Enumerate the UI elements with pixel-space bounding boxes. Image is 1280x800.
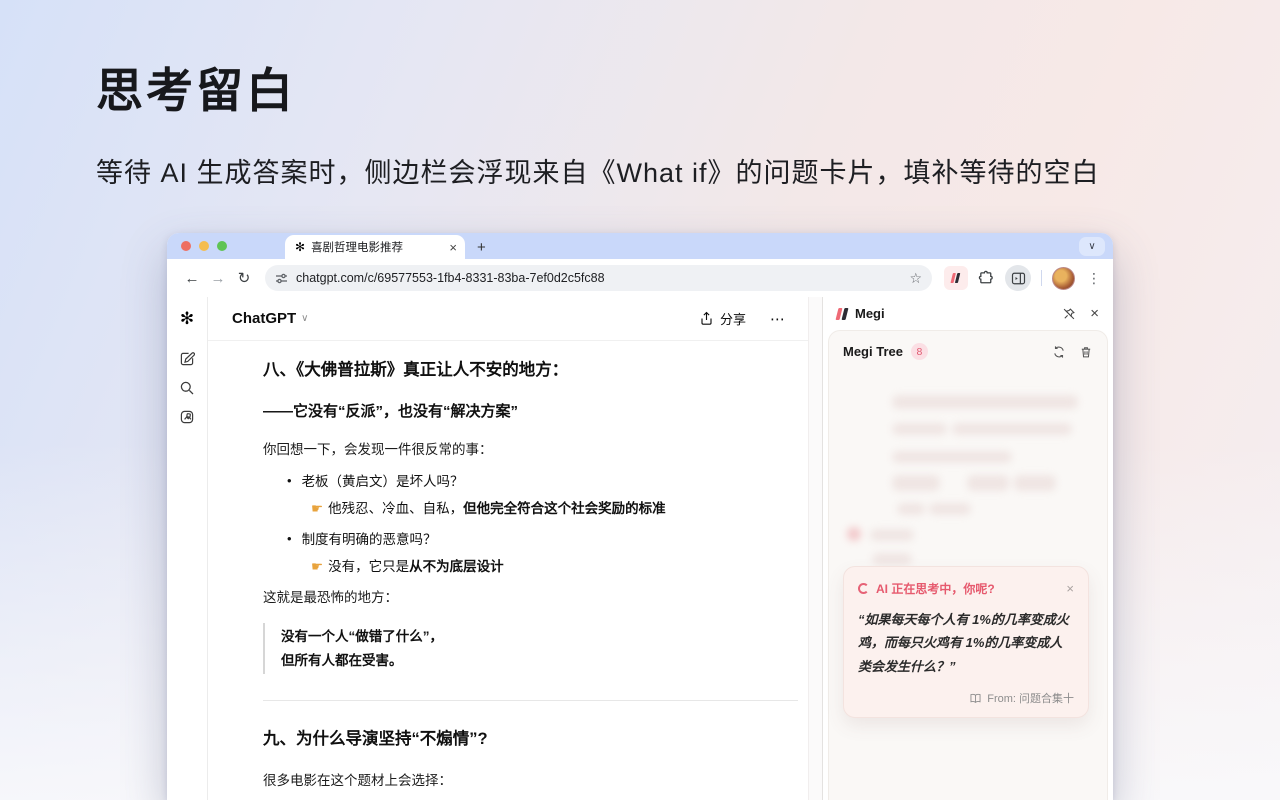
section-subheading-8: ——它没有“反派”，也没有“解决方案”	[263, 400, 803, 424]
tab-close-icon[interactable]: ×	[449, 240, 457, 255]
traffic-light-close[interactable]	[181, 241, 191, 251]
traffic-light-zoom[interactable]	[217, 241, 227, 251]
tab-title: 喜剧哲理电影推荐	[311, 239, 443, 255]
search-icon[interactable]	[179, 380, 195, 396]
megi-panel-title: Megi	[855, 306, 1048, 321]
question-list: • 老板（黄启文）是坏人吗？ ☛ 他残忍、冷血、自私，但他完全符合这个社会奖励的标准…	[263, 471, 803, 577]
megi-side-panel: Megi × Megi Tree 8	[822, 297, 1113, 800]
bookmark-star-icon[interactable]: ☆	[909, 270, 922, 287]
section-divider	[263, 700, 798, 701]
profile-avatar[interactable]	[1052, 267, 1075, 290]
browser-menu-icon[interactable]: ⋮	[1085, 270, 1103, 287]
note-plain: 他残忍、冷血、自私，	[328, 501, 463, 516]
pointing-finger-icon: ☛	[311, 559, 323, 574]
megi-tree-header: Megi Tree 8	[829, 331, 1107, 370]
blurred-tree-content	[829, 371, 1107, 571]
whatif-question-text: “如果每天每个人有 1%的几率变成火鸡，而每只火鸡有 1%的几率变成人类会发生什…	[858, 608, 1074, 678]
chatgpt-mini-sidebar: ✻	[167, 297, 208, 800]
chatgpt-main: ChatGPT ∨ 分享 ⋯ 八、《大佛普拉斯》真正让人不安的地方： ——它没有…	[208, 297, 808, 800]
chat-scroll-area: 八、《大佛普拉斯》真正让人不安的地方： ——它没有“反派”，也没有“解决方案” …	[208, 341, 808, 800]
model-name: ChatGPT	[232, 310, 296, 327]
share-button[interactable]: 分享	[699, 309, 746, 328]
paragraph: 你回想一下，会发现一件很反常的事：	[263, 439, 803, 461]
card-footer: From: 问题合集十	[858, 690, 1074, 706]
megi-tree-title: Megi Tree	[843, 344, 903, 359]
page-subtitle: 等待 AI 生成答案时，侧边栏会浮现来自《What if》的问题卡片，填补等待的…	[96, 151, 1100, 190]
tree-count-badge: 8	[911, 343, 928, 360]
window-body: ✻ ChatGPT ∨	[167, 297, 1113, 800]
trash-icon[interactable]	[1079, 345, 1093, 359]
chatgpt-header: ChatGPT ∨ 分享 ⋯	[208, 297, 808, 341]
list-item: • 制度有明确的恶意吗？ ☛ 没有，它只是从不为底层设计	[263, 529, 803, 577]
extension-cluster: ⋮	[940, 265, 1103, 291]
card-header: AI 正在思考中，你呢? ×	[858, 580, 1074, 597]
side-panel-toggle-icon[interactable]	[1005, 265, 1031, 291]
url-text[interactable]: chatgpt.com/c/69577553-1fb4-8331-83ba-7e…	[296, 271, 901, 285]
extensions-puzzle-icon[interactable]	[978, 270, 995, 287]
megi-panel-header: Megi ×	[823, 297, 1113, 330]
list-item: • 老板（黄启文）是坏人吗？ ☛ 他残忍、冷血、自私，但他完全符合这个社会奖励的标准	[263, 471, 803, 519]
new-chat-icon[interactable]	[179, 351, 195, 367]
site-settings-icon[interactable]	[275, 272, 288, 285]
section-heading-8: 八、《大佛普拉斯》真正让人不安的地方：	[263, 357, 803, 383]
card-source-label: From: 问题合集十	[987, 690, 1074, 706]
quote-line: 但所有人都在受害。	[281, 649, 803, 673]
unpin-icon[interactable]	[1062, 307, 1076, 321]
whatif-question-card[interactable]: AI 正在思考中，你呢? × “如果每天每个人有 1%的几率变成火鸡，而每只火鸡…	[843, 566, 1089, 718]
conversation-menu-icon[interactable]: ⋯	[770, 310, 786, 328]
list-item-text: 制度有明确的恶意吗？	[302, 529, 437, 551]
note-bold: 从不为底层设计	[409, 559, 504, 574]
paragraph: 很多电影在这个题材上会选择：	[263, 770, 803, 792]
bullet-icon: •	[263, 471, 292, 493]
page-title: 思考留白	[96, 52, 1100, 121]
megi-extension-icon[interactable]	[944, 266, 968, 290]
browser-tab[interactable]: ✻ 喜剧哲理电影推荐 ×	[285, 235, 465, 259]
megi-logo-icon	[837, 308, 847, 320]
model-selector[interactable]: ChatGPT ∨	[232, 310, 309, 327]
card-status-text: AI 正在思考中，你呢?	[876, 580, 1059, 597]
chatgpt-favicon-icon: ✻	[295, 240, 305, 254]
url-bar[interactable]: chatgpt.com/c/69577553-1fb4-8331-83ba-7e…	[265, 265, 932, 291]
window-controls	[167, 233, 239, 259]
page-background: 思考留白 等待 AI 生成答案时，侧边栏会浮现来自《What if》的问题卡片，…	[0, 0, 1280, 800]
library-icon[interactable]	[179, 409, 195, 425]
panel-close-icon[interactable]: ×	[1090, 305, 1099, 322]
card-close-icon[interactable]: ×	[1066, 582, 1074, 595]
browser-window: ✻ 喜剧哲理电影推荐 × + ∨ ← → ↻ chatgpt.com/c/695…	[167, 233, 1113, 800]
tab-search-chevron-icon[interactable]: ∨	[1079, 237, 1105, 256]
reload-button[interactable]: ↻	[231, 269, 257, 287]
section-heading-9: 九、为什么导演坚持“不煽情”?	[263, 726, 803, 752]
forward-button[interactable]: →	[205, 270, 231, 287]
pointing-finger-icon: ☛	[311, 501, 323, 516]
blockquote: 没有一个人“做错了什么”， 但所有人都在受害。	[263, 623, 803, 674]
book-icon	[969, 692, 982, 705]
browser-toolbar: ← → ↻ chatgpt.com/c/69577553-1fb4-8331-8…	[167, 259, 1113, 297]
thinking-spinner-icon	[858, 583, 869, 594]
refresh-icon[interactable]	[1052, 345, 1066, 359]
note-bold: 但他完全符合这个社会奖励的标准	[463, 501, 666, 516]
chevron-down-icon: ∨	[301, 313, 308, 324]
share-label: 分享	[720, 309, 746, 328]
bullet-icon: •	[263, 529, 292, 551]
assistant-message: 八、《大佛普拉斯》真正让人不安的地方： ——它没有“反派”，也没有“解决方案” …	[263, 341, 803, 800]
traffic-light-minimize[interactable]	[199, 241, 209, 251]
list-item-text: 老板（黄启文）是坏人吗？	[302, 471, 464, 493]
tab-strip: ✻ 喜剧哲理电影推荐 × + ∨	[167, 233, 1113, 259]
scrollbar[interactable]	[808, 297, 822, 800]
note-plain: 没有，它只是	[328, 559, 409, 574]
answer-note: ☛ 他残忍、冷血、自私，但他完全符合这个社会奖励的标准	[263, 498, 803, 520]
paragraph: 这就是最恐怖的地方：	[263, 587, 803, 609]
quote-line: 没有一个人“做错了什么”，	[281, 625, 803, 649]
megi-tree-card: Megi Tree 8	[828, 330, 1108, 800]
new-tab-button[interactable]: +	[477, 240, 486, 255]
hero-section: 思考留白 等待 AI 生成答案时，侧边栏会浮现来自《What if》的问题卡片，…	[96, 52, 1100, 190]
back-button[interactable]: ←	[179, 270, 205, 287]
toolbar-separator	[1041, 270, 1042, 286]
openai-logo-icon[interactable]: ✻	[180, 309, 194, 329]
answer-note: ☛ 没有，它只是从不为底层设计	[263, 556, 803, 578]
